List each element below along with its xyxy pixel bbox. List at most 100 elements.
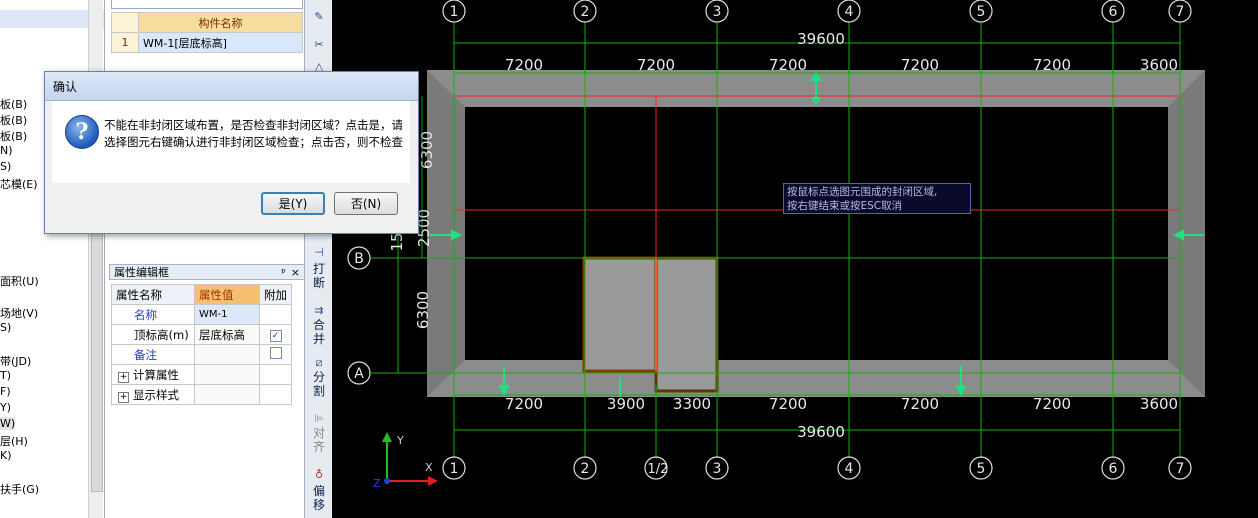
tree-item[interactable]: S) <box>0 321 11 334</box>
dim-top: 7200 <box>505 56 543 74</box>
scissors-icon[interactable]: ✂ <box>311 38 327 51</box>
pin-icon[interactable]: ᵖ <box>281 265 286 281</box>
dim-bottom: 7200 <box>901 395 939 413</box>
split-button[interactable]: 分割 <box>308 370 330 398</box>
dim-total-top: 39600 <box>797 30 845 48</box>
ucs-z-label: Z <box>373 477 381 490</box>
tree-item[interactable]: 场地(V) <box>0 305 38 321</box>
floor-plan[interactable]: 1 2 3 4 5 6 7 1 2 1/2 3 4 5 6 7 B A 3960… <box>332 0 1258 518</box>
property-group-row[interactable]: + 计算属性 <box>111 364 292 385</box>
property-panel: 属性编辑框 ᵖ × 属性名称 属性值 附加 名称 WM-1 顶标高(m) 层底标… <box>104 262 305 518</box>
scrollbar-thumb[interactable] <box>91 210 103 492</box>
axis-label-bottom: 1/2 <box>648 462 669 477</box>
ucs-icon: Y X Z <box>373 432 438 490</box>
expand-icon[interactable]: + <box>118 371 129 383</box>
property-group-row[interactable]: + 显示样式 <box>111 384 292 405</box>
highlighted-room-2[interactable] <box>654 256 719 393</box>
break-button[interactable]: 打断 <box>308 262 330 290</box>
component-name-cell[interactable]: WM-1[层底标高] <box>138 32 303 53</box>
tooltip-line: 按右键结束或按ESC取消 <box>787 200 903 212</box>
property-row[interactable]: 名称 WM-1 <box>111 304 292 325</box>
tree-item[interactable]: S) <box>0 160 11 173</box>
tree-item[interactable]: 面积(U) <box>0 273 39 289</box>
pen-icon[interactable]: ✎ <box>311 10 327 23</box>
property-value-input[interactable]: WM-1 <box>194 304 260 325</box>
axis-label-bottom: 7 <box>1176 461 1185 477</box>
dialog-titlebar[interactable]: 确认 <box>45 72 418 101</box>
expand-icon[interactable]: + <box>118 391 129 403</box>
dim-bottom: 7200 <box>505 395 543 413</box>
break-icon[interactable]: ⊣ <box>311 246 327 259</box>
col-header-extra: 附加 <box>259 284 292 305</box>
property-row[interactable]: 顶标高(m) 层底标高 ✓ <box>111 324 292 345</box>
tree-item[interactable]: 带(JD) <box>0 353 31 369</box>
tree-item[interactable]: T) <box>0 369 11 382</box>
drawing-canvas[interactable]: 1 2 3 4 5 6 7 1 2 1/2 3 4 5 6 7 B A 3960… <box>332 0 1258 518</box>
align-button-label: 对齐 <box>312 426 325 454</box>
tree-item[interactable]: 层(H) <box>0 433 28 449</box>
axis-label-top: 5 <box>977 4 986 20</box>
dim-top: 7200 <box>637 56 675 74</box>
split-icon[interactable]: ⧄ <box>311 356 327 369</box>
close-icon[interactable]: × <box>291 265 300 281</box>
axis-label-bottom: 3 <box>713 461 722 477</box>
tree-item[interactable]: 板(B) <box>0 112 27 128</box>
axis-label-top: 6 <box>1109 4 1118 20</box>
axis-label-row: B <box>354 251 364 267</box>
dim-top: 3600 <box>1140 56 1178 74</box>
dim-left: 6300 <box>418 131 436 169</box>
row-index: 1 <box>111 32 139 53</box>
yes-button[interactable]: 是(Y) <box>261 192 325 215</box>
property-panel-title: 属性编辑框 <box>114 266 169 279</box>
attach-checkbox[interactable]: ✓ <box>269 330 282 342</box>
no-button[interactable]: 否(N) <box>334 192 398 215</box>
tree-item[interactable]: Y) <box>0 401 11 414</box>
dim-bottom: 3300 <box>673 395 711 413</box>
property-value-input[interactable] <box>194 344 260 365</box>
tree-item[interactable]: 板(B) <box>0 96 27 112</box>
dim-bottom: 7200 <box>769 395 807 413</box>
dim-left: 6300 <box>414 291 432 329</box>
ucs-y-label: Y <box>396 434 404 447</box>
search-input[interactable] <box>111 0 303 9</box>
confirm-dialog: 确认 ? 不能在非封闭区域布置，是否检查非封闭区域？点击是，请选择图元右键确认进… <box>44 71 419 234</box>
component-name-header: 构件名称 <box>138 12 303 33</box>
tree-item[interactable]: F) <box>0 385 11 398</box>
table-row[interactable]: 1 WM-1[层底标高] <box>111 32 303 53</box>
offset-button[interactable]: 偏移 <box>308 484 330 512</box>
axis-label-bottom: 5 <box>977 461 986 477</box>
axis-label-top: 2 <box>581 4 590 20</box>
property-row[interactable]: 备注 <box>111 344 292 365</box>
ucs-x-label: X <box>425 461 433 474</box>
attach-checkbox[interactable] <box>269 347 282 359</box>
align-icon[interactable]: ⊫ <box>311 412 327 425</box>
property-name: 名称 <box>111 304 195 325</box>
col-header-name: 属性名称 <box>111 284 195 305</box>
dialog-message: 不能在非封闭区域布置，是否检查非封闭区域？点击是，请选择图元右键确认进行非封闭区… <box>104 118 403 149</box>
tree-item[interactable]: 扶手(G) <box>0 481 39 497</box>
tree-item[interactable]: K) <box>0 449 12 462</box>
tree-item[interactable]: 板(B) <box>0 128 27 144</box>
offset-icon[interactable]: ♁ <box>311 468 327 481</box>
dialog-title: 确认 <box>53 80 78 94</box>
tree-item[interactable]: N) <box>0 144 13 157</box>
axis-label-row: A <box>354 366 364 382</box>
merge-button[interactable]: 合并 <box>308 318 330 346</box>
slab-opening <box>465 107 1168 360</box>
axis-label-bottom: 1 <box>450 461 459 477</box>
tree-item[interactable]: 芯模(E) <box>0 176 38 192</box>
index-header <box>111 12 139 33</box>
col-header-value: 属性值 <box>194 284 260 305</box>
property-group-name: 计算属性 <box>133 367 179 382</box>
axis-label-top: 3 <box>713 4 722 20</box>
merge-icon[interactable]: ⇉ <box>311 304 327 317</box>
tree-item[interactable]: W) <box>0 417 16 430</box>
property-group-name: 显示样式 <box>133 387 179 402</box>
property-name: 顶标高(m) <box>111 324 195 345</box>
property-value-input[interactable]: 层底标高 <box>194 324 260 345</box>
slab-bevel-right <box>1168 70 1205 397</box>
axis-label-top: 4 <box>845 4 854 20</box>
align-button[interactable]: 对齐 <box>308 426 330 454</box>
highlighted-room-1[interactable] <box>582 256 658 373</box>
dim-top: 7200 <box>1033 56 1071 74</box>
